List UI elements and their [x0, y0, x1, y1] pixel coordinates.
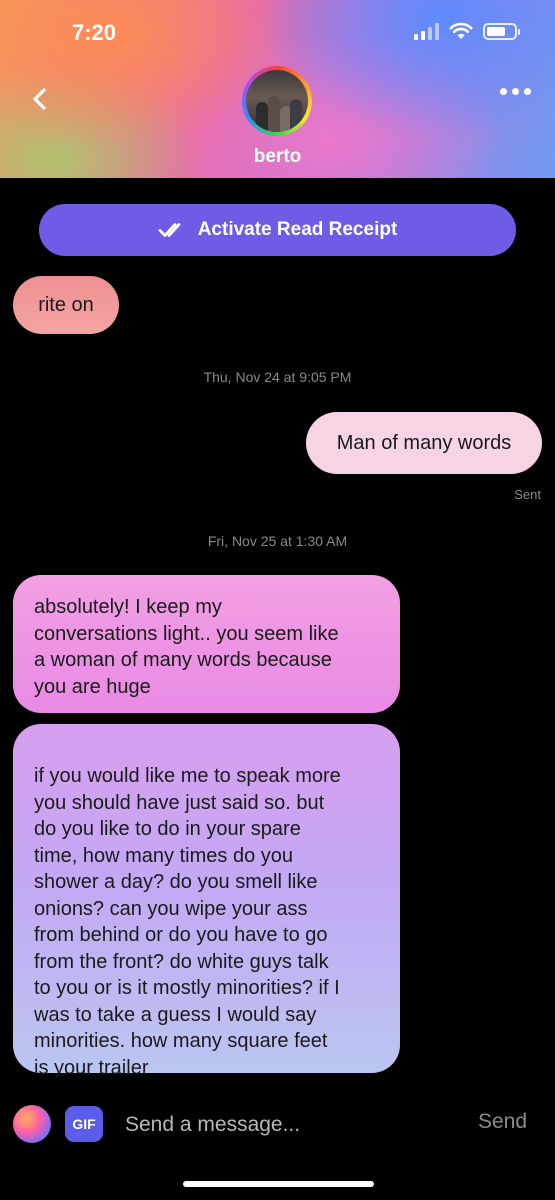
message-line: is your trailer [34, 1056, 149, 1079]
sent-message: Man of many words [306, 412, 542, 474]
message-line: if you would like me to speak more [34, 765, 341, 787]
sent-status: Sent [514, 487, 541, 502]
status-icons [414, 22, 520, 40]
message-line: to you or is it mostly minorities? if I [34, 977, 340, 999]
home-indicator[interactable] [183, 1181, 374, 1187]
cellular-signal-icon [414, 22, 439, 40]
color-orb-icon[interactable] [13, 1105, 51, 1143]
receipt-label: Activate Read Receipt [197, 219, 398, 240]
chevron-left-icon[interactable] [26, 84, 56, 114]
received-message: absolutely! I keep my conversations ligh… [13, 575, 400, 713]
message-timestamp: Thu, Nov 24 at 9:05 PM [203, 369, 352, 385]
message-line: minorities. how many square feet [34, 1030, 328, 1052]
message-line: onions? can you wipe your ass [34, 897, 308, 920]
received-message: rite on [13, 276, 119, 334]
message-input[interactable] [125, 1108, 445, 1142]
message-line: do you like to do in your spare [34, 818, 301, 840]
activate-read-receipt-button[interactable]: Activate Read Receipt [39, 204, 516, 256]
message-line: from behind or do you have to go [34, 924, 328, 946]
message-line: time, how many times do you [34, 844, 293, 867]
send-button[interactable]: Send [478, 1110, 527, 1134]
contact-avatar[interactable] [242, 66, 312, 136]
message-line: was to take a guess I would say [34, 1003, 317, 1026]
wifi-icon [449, 22, 473, 39]
message-line: a woman of many words because [34, 649, 332, 671]
gif-button[interactable]: GIF [65, 1106, 103, 1142]
message-timestamp: Fri, Nov 25 at 1:30 AM [207, 533, 348, 549]
chat-header: 7:20 berto [0, 0, 555, 178]
double-check-icon [158, 223, 181, 237]
battery-icon [483, 22, 520, 40]
status-time: 7:20 [72, 20, 117, 45]
message-line: conversations light.. you seem like [34, 622, 339, 645]
message-line: from the front? do white guys talk [34, 950, 329, 973]
message-line: absolutely! I keep my [34, 596, 222, 618]
ellipsis-icon[interactable] [500, 88, 531, 95]
message-line: you are huge [34, 675, 151, 698]
message-line: shower a day? do you smell like [34, 871, 318, 893]
received-message: if you would like me to speak more you s… [13, 724, 400, 1079]
message-line: you should have just said so. but [34, 791, 325, 814]
contact-name[interactable]: berto [0, 146, 555, 168]
